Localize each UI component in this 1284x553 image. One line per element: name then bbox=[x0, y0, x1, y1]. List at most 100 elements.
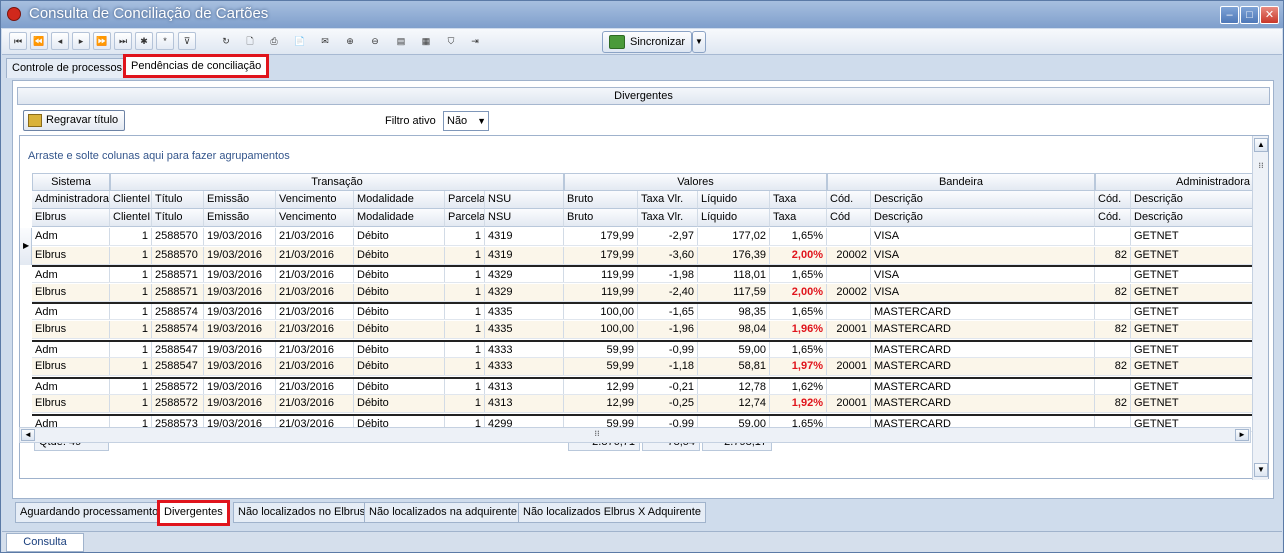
column-header-administradora[interactable]: Administradora bbox=[32, 191, 110, 209]
column-header-cliente[interactable]: ClienteI bbox=[110, 209, 152, 227]
zoom-out-icon[interactable]: ⊖ bbox=[366, 32, 384, 50]
report-settings-icon[interactable]: ▦ bbox=[417, 32, 435, 50]
scroll-down-icon[interactable]: ▼ bbox=[1254, 463, 1268, 477]
next-record-icon[interactable]: ▸ bbox=[72, 32, 90, 50]
filtro-ativo-select[interactable]: Não ▼ bbox=[443, 111, 489, 131]
column-header-administradora-cod[interactable]: Cód. bbox=[1095, 209, 1131, 227]
chevron-down-icon: ▼ bbox=[477, 116, 486, 126]
column-header-emissao[interactable]: Emissão bbox=[204, 191, 276, 209]
table-row[interactable]: Adm 1 2588572 19/03/2016 21/03/2016 Débito 1 43… bbox=[32, 376, 1254, 395]
vertical-scrollbar[interactable]: ▲ ⁝⁝ ▼ bbox=[1252, 136, 1268, 480]
cell-liquido: 177,02 bbox=[698, 228, 770, 245]
cell-cliente: 1 bbox=[110, 395, 152, 413]
table-row[interactable]: Elbrus 1 2588570 19/03/2016 21/03/2016 Débito… bbox=[32, 246, 1254, 265]
column-header-taxa-vlr[interactable]: Taxa Vlr. bbox=[638, 209, 698, 227]
filter-clear-icon[interactable]: ⊽ bbox=[178, 32, 196, 50]
column-header-cliente[interactable]: ClienteI bbox=[110, 191, 152, 209]
column-header-nsu[interactable]: NSU bbox=[485, 191, 564, 209]
cell-taxa: 1,96% bbox=[770, 321, 827, 338]
status-tab-consulta[interactable]: Consulta bbox=[6, 533, 84, 552]
sync-button[interactable]: Sincronizar bbox=[602, 31, 692, 53]
tab-pendencias-conciliacao[interactable]: Pendências de conciliação bbox=[123, 54, 270, 78]
column-header-bruto[interactable]: Bruto bbox=[564, 191, 638, 209]
column-header-parcela[interactable]: Parcela bbox=[445, 191, 485, 209]
title-bar: Consulta de Conciliação de Cartões – □ ✕ bbox=[1, 1, 1283, 28]
column-header-bandeira-cod[interactable]: Cód. bbox=[827, 191, 871, 209]
column-header-administradora-descricao[interactable]: Descrição bbox=[1131, 191, 1254, 209]
tab-nao-localizados-adquirente[interactable]: Não localizados na adquirente bbox=[364, 502, 522, 523]
filter-icon[interactable]: ⛉ bbox=[442, 32, 460, 50]
sync-dropdown-icon[interactable]: ▼ bbox=[692, 31, 706, 53]
cell-administradora-cod: 82 bbox=[1095, 246, 1131, 264]
print-icon[interactable]: ⎙ bbox=[265, 32, 283, 50]
scroll-up-icon[interactable]: ▲ bbox=[1254, 138, 1268, 152]
prev-page-icon[interactable]: ⏪ bbox=[30, 32, 48, 50]
cell-modalidade: Débito bbox=[354, 267, 445, 283]
column-header-bruto[interactable]: Bruto bbox=[564, 209, 638, 227]
tab-nao-localizados-elbrus[interactable]: Não localizados no Elbrus bbox=[233, 502, 371, 523]
grip-icon: ⁝⁝ bbox=[594, 429, 600, 438]
insert-record-icon[interactable]: ✱ bbox=[135, 32, 153, 50]
report-icon[interactable]: ▤ bbox=[392, 32, 410, 50]
table-row[interactable]: Elbrus 1 2588572 19/03/2016 21/03/2016 Débito… bbox=[32, 395, 1254, 414]
column-header-administradora-descricao[interactable]: Descrição bbox=[1131, 209, 1254, 227]
table-row[interactable]: Adm 1 2588570 19/03/2016 21/03/2016 Débito 1 43… bbox=[32, 228, 1254, 246]
tab-divergentes[interactable]: Divergentes bbox=[157, 500, 230, 526]
table-row[interactable]: Elbrus 1 2588574 19/03/2016 21/03/2016 Débito… bbox=[32, 321, 1254, 339]
column-header-parcela[interactable]: Parcela bbox=[445, 209, 485, 227]
cell-bandeira-cod: 20002 bbox=[827, 246, 871, 264]
refresh-icon[interactable]: ↻ bbox=[217, 32, 235, 50]
next-page-icon[interactable]: ⏩ bbox=[93, 32, 111, 50]
cell-administradora-cod: 82 bbox=[1095, 395, 1131, 413]
export-pdf-icon[interactable]: 📄 bbox=[291, 32, 309, 50]
table-row[interactable]: Adm 1 2588571 19/03/2016 21/03/2016 Débito 1 43… bbox=[32, 265, 1254, 284]
cell-bruto: 179,99 bbox=[564, 228, 638, 245]
cell-taxa: 1,62% bbox=[770, 378, 827, 394]
zoom-in-icon[interactable]: ⊕ bbox=[341, 32, 359, 50]
scroll-right-icon[interactable]: ► bbox=[1235, 429, 1249, 441]
column-header-administradora-cod[interactable]: Cód. bbox=[1095, 191, 1131, 209]
close-button[interactable]: ✕ bbox=[1260, 6, 1279, 24]
tab-aguardando-processamento[interactable]: Aguardando processamento bbox=[15, 502, 164, 523]
prev-record-icon[interactable]: ◂ bbox=[51, 32, 69, 50]
tab-controle-processos[interactable]: Controle de processos bbox=[6, 58, 129, 78]
table-row[interactable]: Adm 1 2588574 19/03/2016 21/03/2016 Débito 1 43… bbox=[32, 302, 1254, 321]
column-header-modalidade[interactable]: Modalidade bbox=[354, 191, 445, 209]
email-icon[interactable]: ✉ bbox=[316, 32, 334, 50]
table-row[interactable]: Adm 1 2588547 19/03/2016 21/03/2016 Débito 1 43… bbox=[32, 339, 1254, 358]
tab-nao-localizados-elbrus-x-adquirente[interactable]: Não localizados Elbrus X Adquirente bbox=[518, 502, 706, 523]
cell-administradora: Adm bbox=[32, 267, 110, 283]
column-header-liquido[interactable]: Líquido bbox=[698, 191, 770, 209]
horizontal-scrollbar[interactable]: ◄ ⁝⁝ ► bbox=[19, 427, 1251, 443]
exit-icon[interactable]: ⇥ bbox=[466, 32, 484, 50]
column-header-taxa[interactable]: Taxa bbox=[770, 209, 827, 227]
column-header-bandeira-cod[interactable]: Cód bbox=[827, 209, 871, 227]
print-preview-icon[interactable]: 🗋 bbox=[241, 32, 259, 50]
cell-administradora: Elbrus bbox=[32, 246, 110, 264]
column-header-liquido[interactable]: Líquido bbox=[698, 209, 770, 227]
column-header-bandeira-descricao[interactable]: Descrição bbox=[871, 209, 1095, 227]
scroll-left-icon[interactable]: ◄ bbox=[21, 429, 35, 441]
last-record-icon[interactable]: ⏭ bbox=[114, 32, 132, 50]
column-header-administradora[interactable]: Elbrus bbox=[32, 209, 110, 227]
column-header-emissao[interactable]: Emissão bbox=[204, 209, 276, 227]
cell-bandeira-descricao: MASTERCARD bbox=[871, 395, 1095, 413]
column-header-bandeira-descricao[interactable]: Descrição bbox=[871, 191, 1095, 209]
column-header-titulo[interactable]: Título bbox=[152, 209, 204, 227]
column-header-modalidade[interactable]: Modalidade bbox=[354, 209, 445, 227]
table-row[interactable]: Elbrus 1 2588571 19/03/2016 21/03/2016 Débito… bbox=[32, 283, 1254, 302]
cell-administradora-descricao: GETNET bbox=[1131, 395, 1254, 413]
table-row[interactable]: Elbrus 1 2588547 19/03/2016 21/03/2016 Débito… bbox=[32, 358, 1254, 377]
cell-bruto: 59,99 bbox=[564, 358, 638, 376]
column-header-titulo[interactable]: Título bbox=[152, 191, 204, 209]
column-header-taxa[interactable]: Taxa bbox=[770, 191, 827, 209]
column-header-vencimento[interactable]: Vencimento bbox=[276, 209, 354, 227]
first-record-icon[interactable]: ⏮ bbox=[9, 32, 27, 50]
column-header-taxa-vlr[interactable]: Taxa Vlr. bbox=[638, 191, 698, 209]
maximize-button[interactable]: □ bbox=[1240, 6, 1259, 24]
minimize-button[interactable]: – bbox=[1220, 6, 1239, 24]
regravar-titulo-button[interactable]: Regravar título bbox=[23, 110, 125, 131]
insert-copy-icon[interactable]: * bbox=[156, 32, 174, 50]
column-header-nsu[interactable]: NSU bbox=[485, 209, 564, 227]
column-header-vencimento[interactable]: Vencimento bbox=[276, 191, 354, 209]
